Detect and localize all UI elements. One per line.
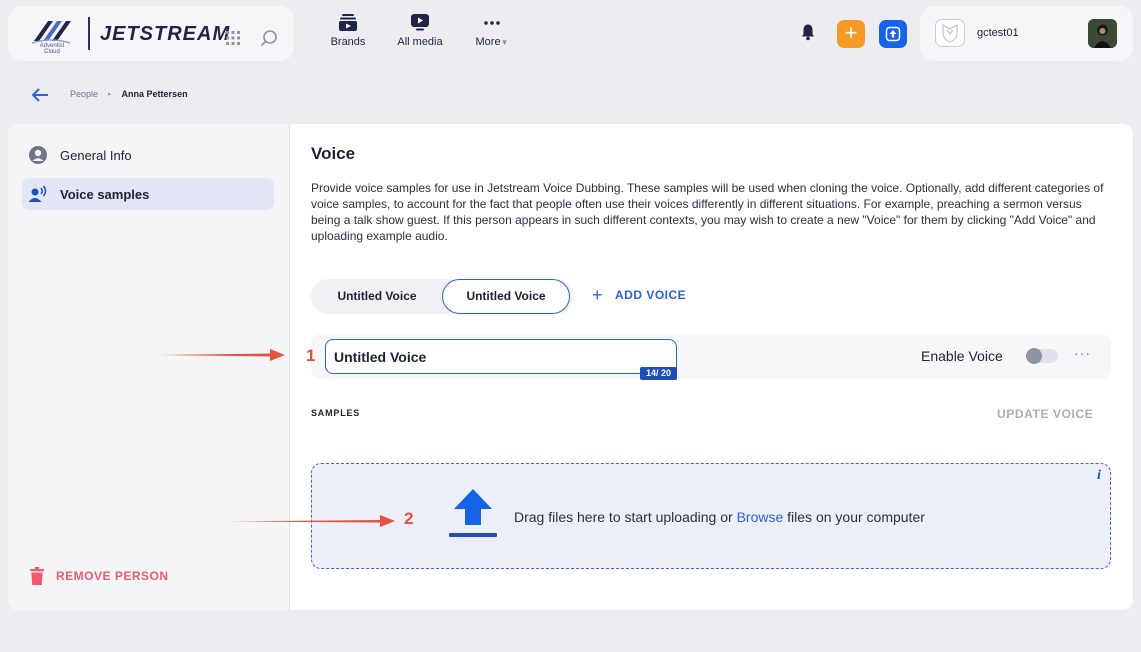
- chevron-down-icon: ▼: [500, 38, 509, 47]
- breadcrumb-current: Anna Pettersen: [121, 89, 188, 99]
- sidebar-item-voice-samples[interactable]: Voice samples: [22, 178, 274, 210]
- annotation-arrow-2: [230, 515, 395, 527]
- person-detail-card: General Info Voice samples REMOVE PERSON…: [8, 124, 1133, 610]
- sidebar-item-general-info[interactable]: General Info: [22, 139, 274, 171]
- user-photo-icon: [1088, 19, 1117, 48]
- annotation-arrow-1: [160, 349, 285, 361]
- annotation-number-2: 2: [404, 509, 414, 528]
- more-options-icon[interactable]: ···: [1074, 345, 1091, 361]
- toggle-knob: [1026, 348, 1042, 364]
- apps-grid-icon[interactable]: [226, 31, 240, 45]
- voice-panel: Voice Provide voice samples for use in J…: [290, 124, 1133, 610]
- notification-bell-icon[interactable]: [799, 23, 817, 41]
- search-icon[interactable]: [260, 29, 278, 47]
- logo-subtitle: Adventist Cloud: [39, 43, 65, 55]
- voice-settings-row: 14/ 20 Enable Voice ···: [311, 334, 1111, 380]
- add-voice-button[interactable]: + ADD VOICE: [592, 285, 687, 305]
- upload-arrow-icon: [449, 489, 497, 537]
- sidebar: General Info Voice samples REMOVE PERSON: [8, 124, 290, 610]
- username: gctest01: [977, 27, 1019, 39]
- tab-voice-2[interactable]: Untitled Voice: [442, 279, 570, 314]
- info-icon[interactable]: i: [1097, 468, 1101, 484]
- browse-link[interactable]: Browse: [737, 509, 784, 525]
- enable-voice-label: Enable Voice: [921, 348, 1003, 364]
- plus-icon: +: [592, 285, 604, 305]
- dropzone-text: Drag files here to start uploading or Br…: [514, 509, 925, 525]
- upload-icon: [885, 26, 901, 42]
- voice-description: Provide voice samples for use in Jetstre…: [311, 181, 1104, 243]
- upload-button[interactable]: [879, 20, 907, 48]
- nav-brands-label: Brands: [330, 36, 366, 48]
- voice-tabs: Untitled Voice Untitled Voice: [311, 279, 573, 314]
- person-circle-icon: [29, 146, 47, 164]
- media-icon: [411, 14, 429, 31]
- samples-heading: SAMPLES: [311, 408, 361, 418]
- sidebar-item-label: Voice samples: [60, 186, 150, 202]
- breadcrumb-people[interactable]: People: [70, 89, 98, 99]
- nav-more-label: More▼: [475, 36, 509, 48]
- org-shield-icon: [942, 23, 958, 43]
- voice-icon: [28, 185, 47, 202]
- file-dropzone[interactable]: i Drag files here to start uploading or …: [311, 463, 1111, 569]
- back-arrow-icon[interactable]: [30, 86, 50, 104]
- brands-icon: [339, 14, 357, 31]
- nav-all-media-label: All media: [397, 36, 443, 48]
- page-title: Voice: [311, 144, 356, 163]
- char-counter: 14/ 20: [640, 367, 677, 380]
- breadcrumb: People ▸ Anna Pettersen: [70, 89, 188, 99]
- add-button[interactable]: +: [837, 20, 865, 48]
- user-menu[interactable]: gctest01: [920, 6, 1133, 61]
- avatar[interactable]: [1088, 19, 1117, 48]
- nav-brands[interactable]: Brands: [327, 14, 369, 54]
- jetstream-wordmark: JETSTREAM: [100, 23, 231, 45]
- organization-badge: [935, 19, 965, 47]
- nav-more[interactable]: More▼: [472, 14, 512, 54]
- remove-person-label: REMOVE PERSON: [56, 569, 169, 583]
- top-bar: Adventist Cloud JETSTREAM Brands All med…: [0, 0, 1141, 70]
- voice-name-input[interactable]: [325, 339, 677, 374]
- sidebar-item-label: General Info: [60, 147, 132, 163]
- logo-divider: [88, 17, 90, 50]
- breadcrumb-separator-icon: ▸: [108, 91, 112, 98]
- remove-person-button[interactable]: REMOVE PERSON: [30, 567, 169, 585]
- tab-voice-1[interactable]: Untitled Voice: [314, 279, 440, 314]
- annotation-number-1: 1: [306, 346, 316, 365]
- nav-all-media[interactable]: All media: [394, 14, 446, 54]
- enable-voice-toggle[interactable]: [1026, 348, 1058, 364]
- add-voice-label: ADD VOICE: [615, 288, 687, 302]
- logo-card[interactable]: Adventist Cloud JETSTREAM: [8, 6, 294, 61]
- more-dots-icon: [484, 21, 500, 25]
- update-voice-button[interactable]: UPDATE VOICE: [997, 407, 1093, 421]
- trash-icon: [30, 567, 44, 585]
